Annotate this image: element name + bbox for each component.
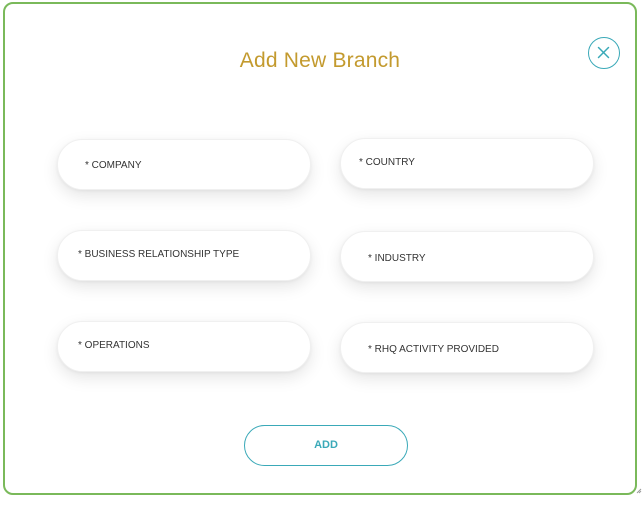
operations-input[interactable]: [58, 322, 310, 371]
operations-field-wrapper: [57, 321, 311, 372]
dialog-title: Add New Branch: [239, 49, 401, 72]
add-branch-dialog: Add New Branch ADD: [3, 2, 637, 495]
close-button[interactable]: [588, 37, 620, 69]
rhq-activity-provided-field-wrapper: [340, 322, 594, 373]
add-button[interactable]: ADD: [244, 425, 408, 466]
close-icon: [597, 46, 610, 59]
company-input[interactable]: [58, 140, 310, 189]
resize-grip-icon[interactable]: [636, 488, 642, 494]
rhq-activity-provided-input[interactable]: [341, 323, 593, 372]
industry-field-wrapper: [340, 231, 594, 282]
business-relationship-type-field-wrapper: [57, 230, 311, 281]
industry-input[interactable]: [341, 232, 593, 281]
business-relationship-type-input[interactable]: [58, 231, 310, 280]
country-field-wrapper: [340, 138, 594, 189]
company-field-wrapper: [57, 139, 311, 190]
country-input[interactable]: [341, 139, 593, 188]
